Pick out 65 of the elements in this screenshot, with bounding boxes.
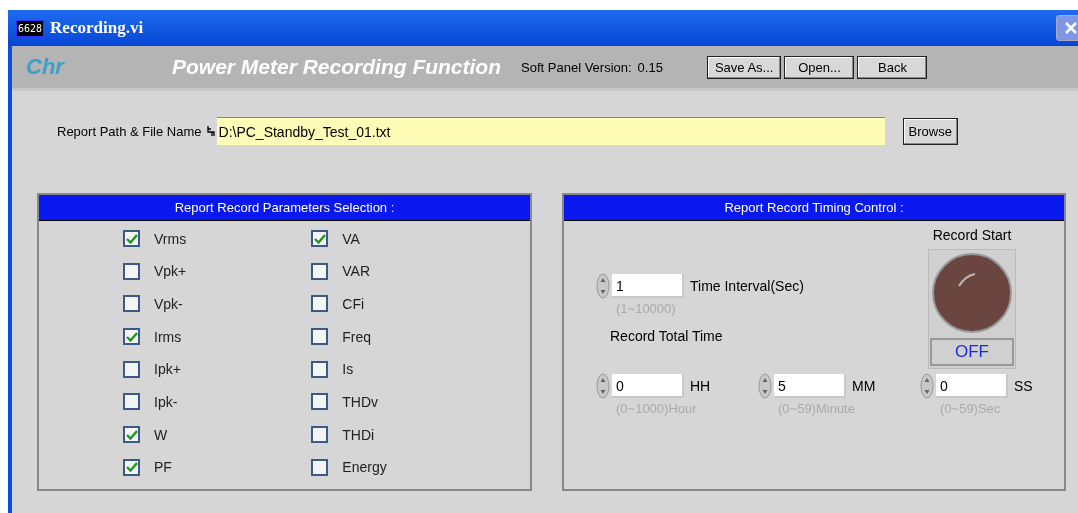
- total-time-label: Record Total Time: [610, 328, 724, 344]
- checkbox[interactable]: [311, 458, 329, 476]
- checkbox[interactable]: [311, 262, 329, 280]
- unit-label: MM: [852, 378, 876, 394]
- checkbox-label: Energy: [342, 459, 387, 476]
- browse-button[interactable]: Browse: [902, 117, 958, 145]
- checkbox-label: CFi: [342, 295, 365, 312]
- checkbox[interactable]: [123, 458, 140, 476]
- header-button[interactable]: Back: [857, 55, 928, 79]
- checkbox-label: PF: [154, 459, 172, 476]
- checkbox[interactable]: [123, 328, 140, 346]
- checkbox-label: Ipk-: [154, 393, 178, 410]
- app-icon: 6628: [16, 19, 45, 37]
- close-icon: [1063, 20, 1078, 36]
- unit-label: HH: [690, 378, 711, 394]
- checkbox[interactable]: [311, 426, 329, 444]
- checkbox-label: Vrms: [154, 230, 187, 247]
- checkbox-label: Freq: [342, 328, 372, 345]
- time-field[interactable]: 5: [774, 374, 846, 398]
- unit-label: SS: [1014, 378, 1033, 394]
- checkbox-label: Is: [342, 361, 354, 378]
- checkbox-label: Irms: [154, 328, 182, 345]
- checkbox[interactable]: [311, 230, 329, 247]
- record-start-button[interactable]: OFF: [928, 249, 1016, 369]
- checkbox[interactable]: [123, 360, 140, 378]
- header-button[interactable]: Open...: [784, 55, 855, 79]
- checkbox-label: THDi: [342, 426, 375, 443]
- checkbox-label: THDv: [342, 393, 379, 410]
- checkbox-label: W: [154, 426, 168, 443]
- panel-heading: Report Record Timing Control :: [564, 195, 1064, 221]
- record-start-label: Record Start: [932, 227, 1012, 243]
- spinner-icon[interactable]: [596, 273, 610, 299]
- spinner-icon[interactable]: [758, 373, 772, 399]
- spinner-icon[interactable]: [596, 373, 610, 399]
- checkbox[interactable]: [123, 393, 140, 411]
- interval-label: Time Interval(Sec): [690, 278, 804, 294]
- checkbox[interactable]: [311, 328, 329, 346]
- window-title: Recording.vi: [50, 18, 144, 38]
- version-number: 0.15: [637, 59, 663, 75]
- checkbox[interactable]: [123, 295, 140, 313]
- panel-heading: Report Record Parameters Selection :: [39, 195, 530, 221]
- checkbox[interactable]: [123, 262, 140, 280]
- checkbox[interactable]: [123, 426, 140, 444]
- checkbox-label: VA: [342, 230, 360, 247]
- path-field[interactable]: D:\PC_Standby_Test_01.txt: [216, 117, 885, 145]
- checkbox-label: Vpk+: [154, 263, 187, 280]
- version-label: Soft Panel Version:: [521, 59, 632, 75]
- time-field[interactable]: 0: [612, 374, 684, 398]
- checkbox[interactable]: [123, 230, 140, 247]
- header-button[interactable]: Save As...: [706, 55, 782, 79]
- close-button[interactable]: [1056, 15, 1078, 41]
- checkbox-label: VAR: [342, 263, 371, 280]
- record-state-label: OFF: [930, 338, 1014, 366]
- checkbox[interactable]: [311, 393, 329, 411]
- time-field[interactable]: 0: [936, 374, 1008, 398]
- panel-title: Power Meter Recording Function: [172, 55, 502, 79]
- checkbox-label: Vpk-: [154, 295, 183, 312]
- logo: Chr: [26, 54, 66, 80]
- checkbox[interactable]: [311, 295, 329, 313]
- path-icon: [206, 125, 215, 137]
- checkbox[interactable]: [311, 360, 329, 378]
- spinner-icon[interactable]: [920, 373, 934, 399]
- path-label: Report Path & File Name: [57, 123, 202, 139]
- interval-field[interactable]: 1: [612, 274, 684, 298]
- checkbox-label: Ipk+: [154, 361, 181, 378]
